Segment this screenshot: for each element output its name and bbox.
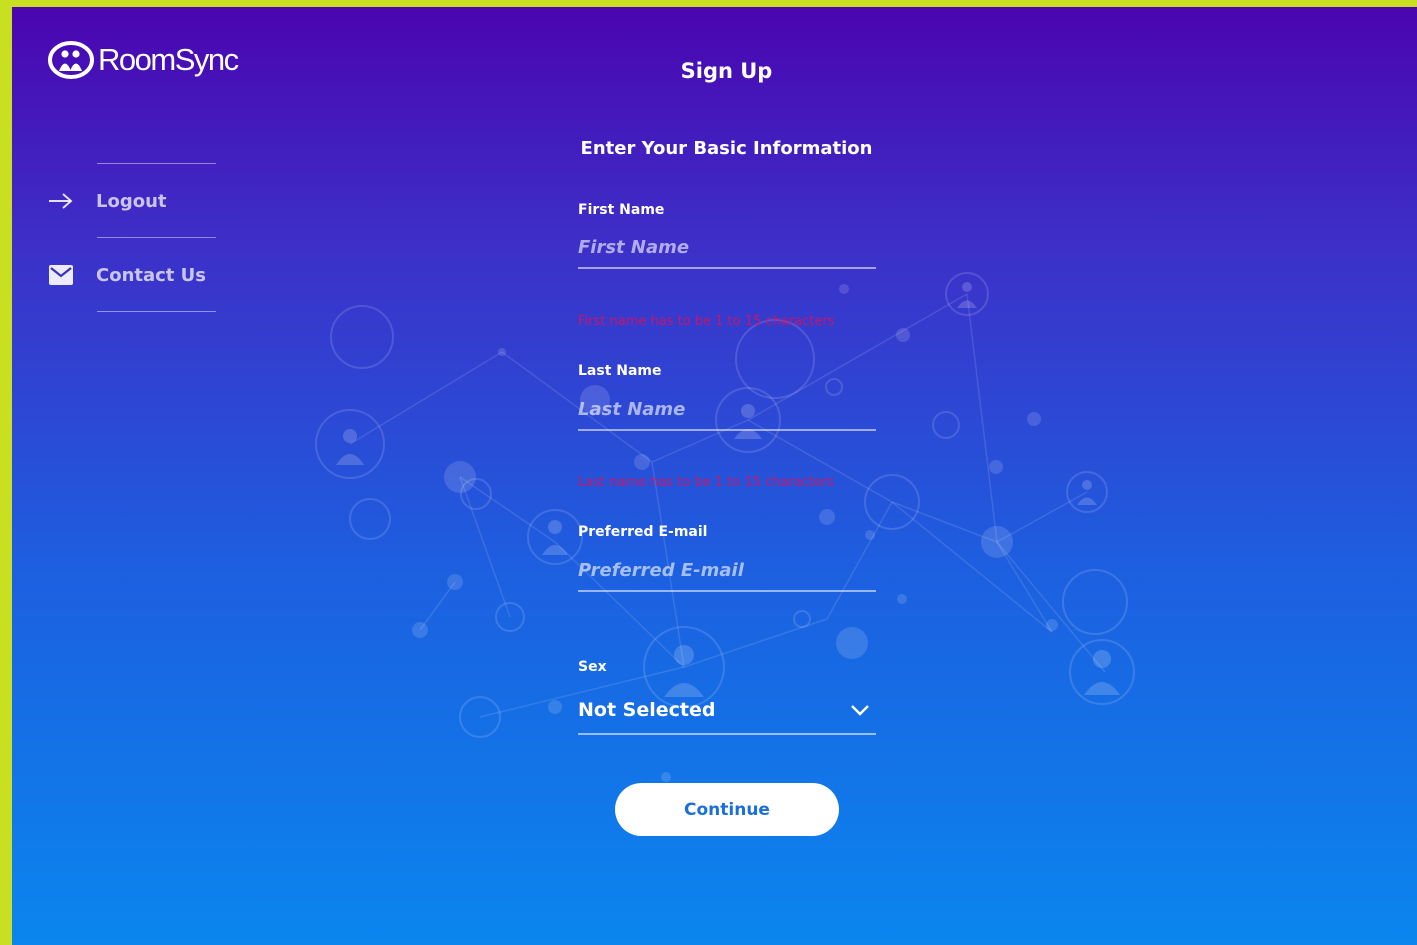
sex-selected-value: Not Selected <box>578 699 716 721</box>
email-label: Preferred E-mail <box>578 524 708 540</box>
sidebar-item-label: Contact Us <box>96 264 207 286</box>
last-name-label: Last Name <box>578 363 662 379</box>
first-name-label: First Name <box>578 202 665 218</box>
sex-select[interactable]: Not Selected <box>578 687 876 735</box>
email-input[interactable] <box>578 550 876 592</box>
nav-divider <box>97 163 216 164</box>
envelope-icon <box>48 264 74 286</box>
app-window: RoomSync Logout Contact Us Sign Up Enter… <box>12 7 1417 945</box>
continue-button[interactable]: Continue <box>615 783 839 836</box>
sex-label: Sex <box>578 659 607 675</box>
nav-divider <box>97 311 216 312</box>
sidebar-item-contact-us[interactable]: Contact Us <box>48 257 206 293</box>
chevron-down-icon <box>850 701 870 720</box>
sidebar-item-label: Logout <box>96 190 167 212</box>
first-name-error: First name has to be 1 to 15 characters <box>578 314 835 329</box>
nav-divider <box>97 237 216 238</box>
page-title: Sign Up <box>680 59 773 83</box>
arrow-right-icon <box>48 190 74 212</box>
last-name-input[interactable] <box>578 389 876 431</box>
sidebar-item-logout[interactable]: Logout <box>48 183 167 219</box>
section-title: Enter Your Basic Information <box>580 138 873 159</box>
last-name-error: Last name has to be 1 to 15 characters <box>578 475 835 490</box>
first-name-input[interactable] <box>578 227 876 269</box>
